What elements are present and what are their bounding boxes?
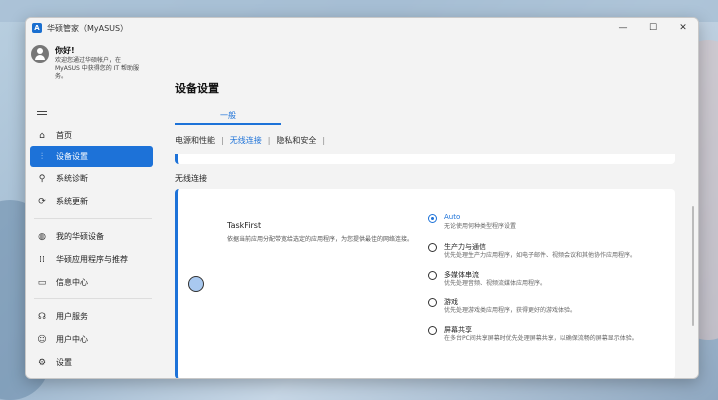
headset-icon: ☊: [38, 311, 46, 322]
sidebar-item-home[interactable]: ⌂ 首页: [30, 125, 153, 146]
tab-active-indicator: [175, 123, 281, 125]
subtab-separator: |: [267, 136, 271, 145]
home-icon: ⌂: [39, 130, 45, 141]
sidebar-item-messages[interactable]: ▭ 信息中心: [30, 272, 153, 293]
sidebar-divider: [34, 298, 152, 299]
option-title: Auto: [444, 213, 461, 221]
maximize-button[interactable]: ☐: [638, 18, 668, 38]
sidebar-item-system-update[interactable]: ⟳ 系统更新: [30, 191, 153, 212]
sidebar-item-settings[interactable]: ⚙ 设置: [30, 352, 153, 373]
sidebar-item-user-center[interactable]: ☺ 用户中心: [30, 329, 153, 350]
minimize-button[interactable]: —: [608, 18, 638, 38]
subtab-privacy-security[interactable]: 隐私和安全: [276, 135, 316, 146]
profile-description: 欢迎您通过华硕帐户，在 MyASUS 中获得您的 IT 帮助服务。: [55, 57, 139, 80]
app-logo-icon: A: [32, 23, 42, 33]
window-controls: — ☐ ✕: [608, 18, 698, 38]
gear-icon: ⚙: [37, 357, 47, 368]
sidebar-item-apps[interactable]: ⁞⁞ 华硕应用程序与推荐: [30, 249, 153, 270]
radio-button[interactable]: [428, 271, 437, 280]
tab-general[interactable]: 一般: [175, 110, 281, 121]
subtab-bar: 电源和性能 | 无线连接 | 隐私和安全 |: [175, 135, 331, 146]
sidebar-item-label: 信息中心: [56, 278, 88, 287]
sidebar-item-my-devices[interactable]: ◍ 我的华硕设备: [30, 226, 153, 247]
option-title: 屏幕共享: [444, 326, 472, 334]
option-description: 无论使用何种类型程序设置: [444, 223, 517, 230]
option-title: 游戏: [444, 298, 458, 306]
subtab-separator: |: [221, 136, 224, 145]
sidebar-item-device-settings[interactable]: ⫶ 设备设置: [30, 146, 153, 167]
sidebar-item-label: 华硕应用程序与推荐: [56, 255, 128, 264]
sidebar-divider: [34, 218, 152, 219]
diagnose-icon: ⚲: [38, 173, 46, 184]
card-description: 依据当前应用分配带宽给选定的应用程序，为您提供最佳的网络连接。: [227, 236, 414, 243]
option-description: 优先处理音频、视频流媒体应用程序。: [444, 280, 547, 287]
sidebar-item-label: 系统更新: [56, 197, 88, 206]
update-icon: ⟳: [38, 196, 46, 207]
option-description: 优先处理游戏类应用程序，获得更好的游戏体验。: [444, 307, 577, 314]
sidebar: 你好! 欢迎您通过华硕帐户，在 MyASUS 中获得您的 IT 帮助服务。 ⌂ …: [26, 38, 158, 378]
main-content: 设备设置 一般 电源和性能 | 无线连接 | 隐私和安全 | 无线连接 Task…: [158, 38, 698, 378]
subtab-separator: |: [322, 136, 326, 145]
avatar-icon[interactable]: [31, 45, 49, 63]
profile[interactable]: 你好! 欢迎您通过华硕帐户，在 MyASUS 中获得您的 IT 帮助服务。: [31, 45, 145, 81]
radio-button[interactable]: [428, 214, 437, 223]
menu-toggle-icon[interactable]: [37, 111, 47, 117]
section-label: 无线连接: [175, 174, 207, 183]
radio-button[interactable]: [428, 326, 437, 335]
sidebar-item-label: 用户服务: [56, 312, 88, 321]
previous-card: [175, 154, 675, 164]
title-bar: A 华硕管家（MyASUS） — ☐ ✕: [26, 18, 698, 38]
scrollbar[interactable]: [692, 206, 694, 326]
subtab-power-performance[interactable]: 电源和性能: [175, 135, 215, 146]
sidebar-item-user-service[interactable]: ☊ 用户服务: [30, 306, 153, 327]
subtab-wireless[interactable]: 无线连接: [230, 135, 262, 146]
user-icon: ☺: [37, 334, 47, 345]
option-title: 多媒体串流: [444, 271, 479, 279]
profile-text: 你好! 欢迎您通过华硕帐户，在 MyASUS 中获得您的 IT 帮助服务。: [55, 45, 145, 81]
option-description: 在多台PC间共享屏幕时优先处理屏幕共享，以确保流畅的屏幕显示体验。: [444, 335, 638, 342]
sidebar-item-label: 系统诊断: [56, 174, 88, 183]
sidebar-item-label: 我的华硕设备: [56, 232, 104, 241]
sidebar-item-label: 设置: [56, 358, 72, 367]
apps-icon: ⁞⁞: [39, 254, 45, 265]
close-button[interactable]: ✕: [668, 18, 698, 38]
devices-icon: ◍: [38, 231, 46, 242]
page-title: 设备设置: [175, 82, 219, 95]
sidebar-item-label: 设备设置: [56, 152, 88, 161]
window-title: 华硕管家（MyASUS）: [47, 23, 129, 33]
sidebar-item-diagnosis[interactable]: ⚲ 系统诊断: [30, 168, 153, 189]
taskfirst-toggle[interactable]: [188, 276, 204, 292]
option-description: 优先处理生产力应用程序，如电子邮件、视频会议和其他协作应用程序。: [444, 252, 637, 259]
message-icon: ▭: [37, 277, 47, 288]
radio-button[interactable]: [428, 243, 437, 252]
app-window: A 华硕管家（MyASUS） — ☐ ✕ 你好! 欢迎您通过华硕帐户，在 MyA…: [25, 17, 699, 379]
greeting: 你好!: [55, 46, 75, 55]
card-title: TaskFirst: [227, 221, 262, 230]
settings-sliders-icon: ⫶: [40, 151, 44, 162]
radio-button[interactable]: [428, 298, 437, 307]
option-title: 生产力与通信: [444, 243, 486, 251]
taskfirst-card: TaskFirst 依据当前应用分配带宽给选定的应用程序，为您提供最佳的网络连接…: [175, 189, 675, 378]
sidebar-item-label: 首页: [56, 131, 72, 140]
sidebar-item-label: 用户中心: [56, 335, 88, 344]
